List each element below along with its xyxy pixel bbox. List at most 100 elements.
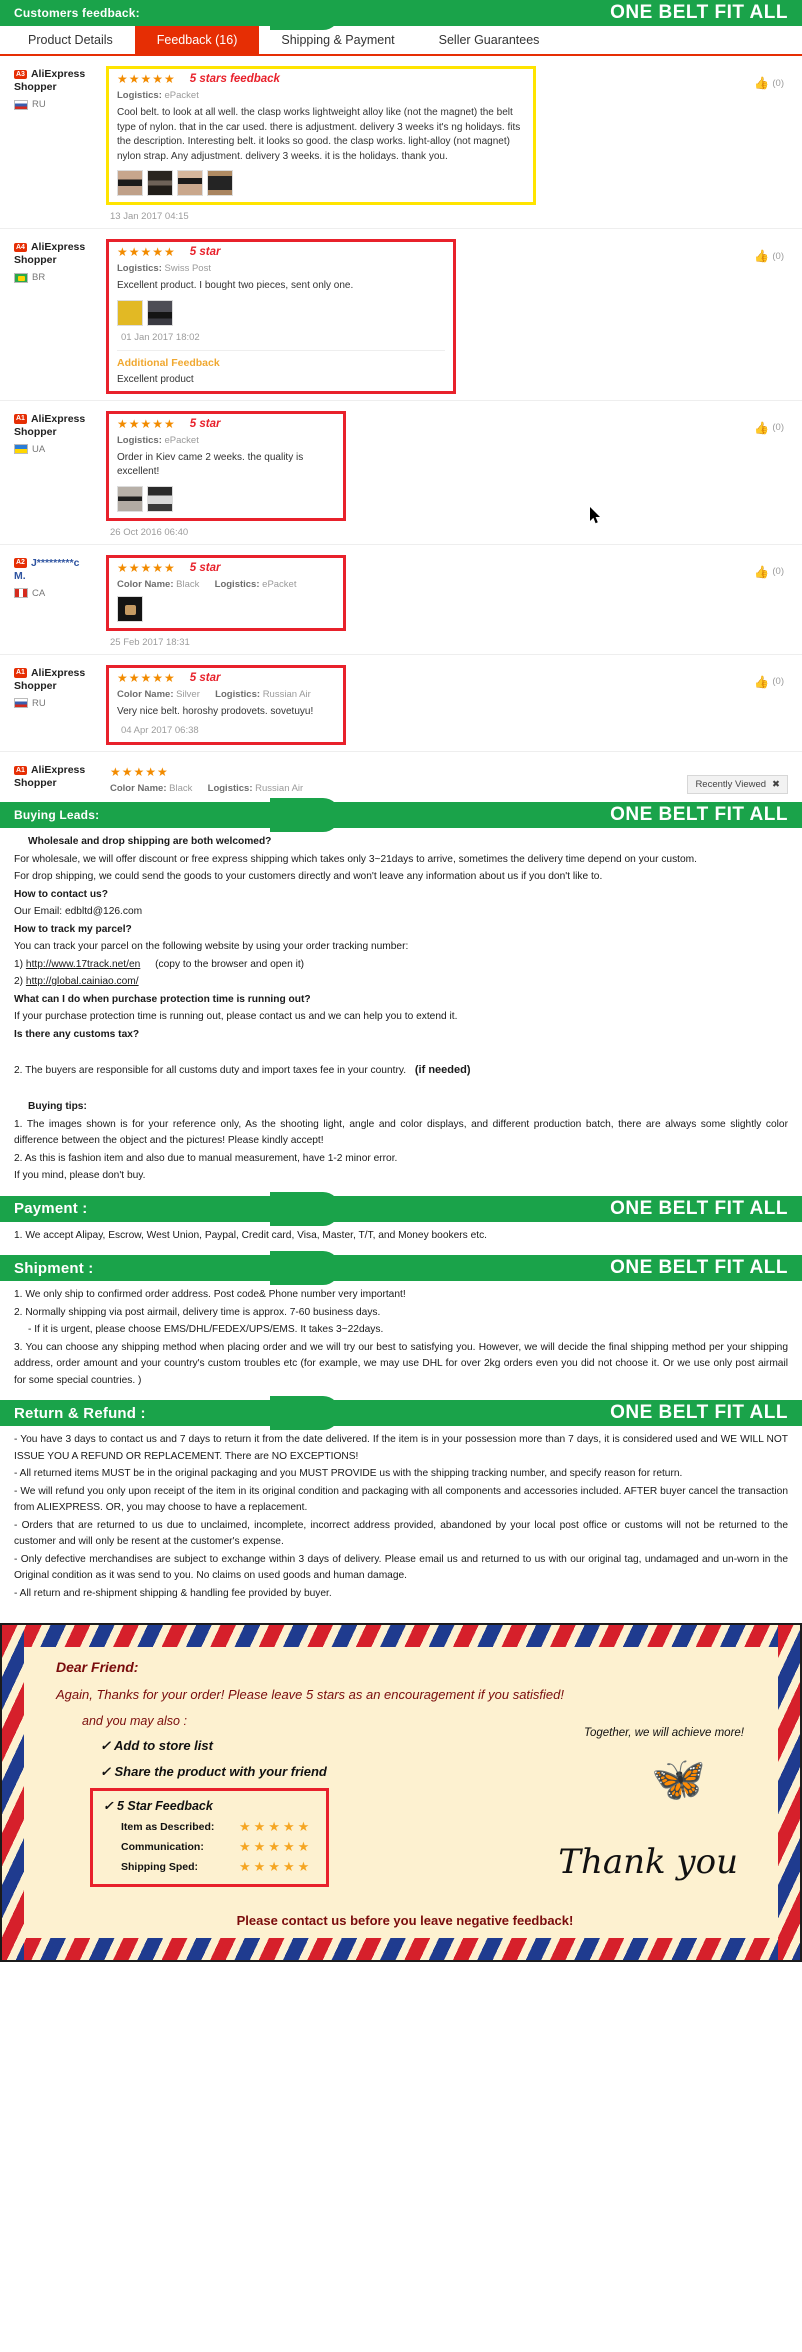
feedback-photo[interactable] <box>147 299 173 326</box>
faq-answer-wholesale-2: For drop shipping, we could send the goo… <box>14 871 603 883</box>
return-refund-banner: Return & Refund : ONE BELT FIT ALL <box>0 1396 802 1431</box>
helpful-control[interactable]: 👍 (0) <box>754 76 784 90</box>
feedback-text: Cool belt. to look at all well. the clas… <box>117 107 521 162</box>
helpful-control[interactable]: 👍 (0) <box>754 565 784 579</box>
rating-annotation: 5 star <box>189 561 221 574</box>
rating-stars: ★★★★★ <box>117 560 176 575</box>
faq-question-customs: Is there any customs tax? <box>14 1028 140 1040</box>
return-policy-line: - All return and re-shipment shipping & … <box>14 1587 332 1599</box>
helpful-count: (0) <box>772 676 784 687</box>
helpful-control[interactable]: 👍 (0) <box>754 675 784 689</box>
feedback-row: A2 J*********c M. CA ★★★★★ 5 star Color … <box>0 545 802 655</box>
feedback-photo[interactable] <box>117 595 143 622</box>
tab-feedback[interactable]: Feedback (16) <box>134 26 260 54</box>
banner-slogan: ONE BELT FIT ALL <box>610 2 788 23</box>
logistics-label: Logistics: <box>117 263 162 274</box>
reviewer-name-line2: Shopper <box>14 254 57 267</box>
helpful-control[interactable]: 👍 (0) <box>754 249 784 263</box>
logistics-value: Russian Air <box>262 688 311 700</box>
tracking-link-17track[interactable]: http://www.17track.net/en <box>26 959 140 970</box>
buying-leads-banner: Buying Leads: ONE BELT FIT ALL <box>0 798 802 832</box>
helpful-count: (0) <box>772 77 784 89</box>
logistics-value: Swiss Post <box>164 263 211 274</box>
feedback-row: A1 AliExpress Shopper ★★★★★ Color Name: … <box>0 752 802 802</box>
feedback-row: A1 AliExpress Shopper RU ★★★★★ 5 star Co… <box>0 655 802 752</box>
return-refund-content: - You have 3 days to contact us and 7 da… <box>0 1426 802 1613</box>
butterfly-icon: 🦋 <box>651 1755 706 1805</box>
rating-annotation: 5 star <box>189 417 221 430</box>
rating-stars: ★★★★★ <box>117 245 176 259</box>
faq-answer-protection: If your purchase protection time is runn… <box>14 1011 458 1023</box>
helpful-control[interactable]: 👍 (0) <box>754 421 784 435</box>
feedback-card-highlighted: ★★★★★ 5 star Color Name: Silver Logistic… <box>106 664 346 745</box>
reviewer-level-badge: A3 <box>14 69 27 80</box>
feedback-date: 01 Jan 2017 18:02 <box>121 331 200 343</box>
tracking-link-2-prefix: 2) <box>14 976 24 988</box>
contact-before-negative-feedback: Please contact us before you leave negat… <box>236 1913 574 1929</box>
helpful-count: (0) <box>772 250 784 262</box>
feedback-date: 25 Feb 2017 18:31 <box>110 636 190 648</box>
tracking-link-cainiao[interactable]: http://global.cainiao.com/ <box>26 976 139 987</box>
thank-you-script: Thank you <box>558 1842 738 1883</box>
logistics-value: ePacket <box>164 434 199 446</box>
feedback-photo[interactable] <box>207 170 233 196</box>
faq-question-protection: What can I do when purchase protection t… <box>14 993 311 1005</box>
feedback-photo[interactable] <box>117 485 143 512</box>
thumbs-up-icon[interactable]: 👍 <box>754 565 769 579</box>
flag-icon-ru <box>14 99 28 110</box>
feedback-text: Order in Kiev came 2 weeks. the quality … <box>117 451 304 478</box>
feedback-date: 13 Jan 2017 04:15 <box>110 211 189 222</box>
banner-title-payment: Payment : <box>14 1200 88 1218</box>
banner-slogan: ONE BELT FIT ALL <box>610 1197 788 1219</box>
rating-label-communication: Communication: <box>121 1841 204 1854</box>
flag-icon-ca <box>14 588 28 599</box>
reviewer-info: A4 AliExpress Shopper BR <box>8 239 106 394</box>
feedback-photo[interactable] <box>147 485 173 512</box>
rating-stars-item-as-described: ★★★★★ <box>239 1819 313 1835</box>
close-icon[interactable]: ✖ <box>772 779 780 790</box>
return-policy-line: - You have 3 days to contact us and 7 da… <box>14 1434 788 1462</box>
tracking-link-2-row: 2) http://global.cainiao.com/ <box>14 974 788 991</box>
tab-product-details[interactable]: Product Details <box>6 26 135 54</box>
color-value: Black <box>176 578 200 590</box>
banner-notch-shape <box>270 0 340 30</box>
recently-viewed-widget[interactable]: Recently Viewed ✖ <box>687 775 788 794</box>
payment-content: 1. We accept Alipay, Escrow, West Union,… <box>0 1222 802 1256</box>
reviewer-level-badge: A1 <box>14 668 27 678</box>
rating-stars-communication: ★★★★★ <box>239 1839 313 1855</box>
rating-stars: ★★★★★ <box>110 765 169 779</box>
buying-tip-3: If you mind, please don't buy. <box>14 1170 146 1182</box>
thank-you-airmail-card: Dear Friend: Again, Thanks for your orde… <box>0 1623 802 1963</box>
checklist-share-product: ✓ Share the product with your friend <box>100 1764 327 1780</box>
thumbs-up-icon[interactable]: 👍 <box>754 421 769 435</box>
tab-shipping-payment[interactable]: Shipping & Payment <box>259 26 416 54</box>
thumbs-up-icon[interactable]: 👍 <box>754 76 769 90</box>
color-value: Black <box>169 783 193 794</box>
reviewer-name-line2: Shopper <box>14 679 57 692</box>
feedback-date: 26 Oct 2016 06:40 <box>110 526 189 538</box>
rating-annotation: 5 star <box>189 671 221 684</box>
rating-row: Shipping Sped: ★★★★★ <box>121 1859 312 1875</box>
thumbs-up-icon[interactable]: 👍 <box>754 249 769 263</box>
faq-answer-customs-row: 2. The buyers are responsible for all cu… <box>14 1062 788 1080</box>
reviewer-level-badge: A1 <box>14 414 27 424</box>
feedback-photo[interactable] <box>177 170 203 196</box>
feedback-date: 04 Apr 2017 06:38 <box>121 725 199 736</box>
rating-label-item-as-described: Item as Described: <box>121 1821 215 1834</box>
feedback-list: A3 AliExpress Shopper RU ★★★★★ 5 stars f… <box>0 56 802 802</box>
thumbs-up-icon[interactable]: 👍 <box>754 675 769 689</box>
feedback-body: ★★★★★ 5 stars feedback Logistics: ePacke… <box>106 66 794 222</box>
reviewer-info: A1 AliExpress Shopper UA <box>8 411 106 538</box>
logistics-label: Logistics: <box>117 434 162 446</box>
color-label: Color Name: <box>117 578 174 590</box>
reviewer-info: A2 J*********c M. CA <box>8 555 106 648</box>
buying-leads-content: Wholesale and drop shipping are both wel… <box>0 828 802 1196</box>
feedback-photo[interactable] <box>147 170 173 196</box>
tab-seller-guarantees[interactable]: Seller Guarantees <box>417 26 562 54</box>
logistics-label: Logistics: <box>215 688 261 700</box>
feedback-text: Excellent product. I bought two pieces, … <box>117 280 354 291</box>
feedback-photo[interactable] <box>117 170 143 196</box>
logistics-value: ePacket <box>164 90 199 101</box>
feedback-photo[interactable] <box>117 299 143 326</box>
additional-feedback-title: Additional Feedback <box>117 356 220 369</box>
